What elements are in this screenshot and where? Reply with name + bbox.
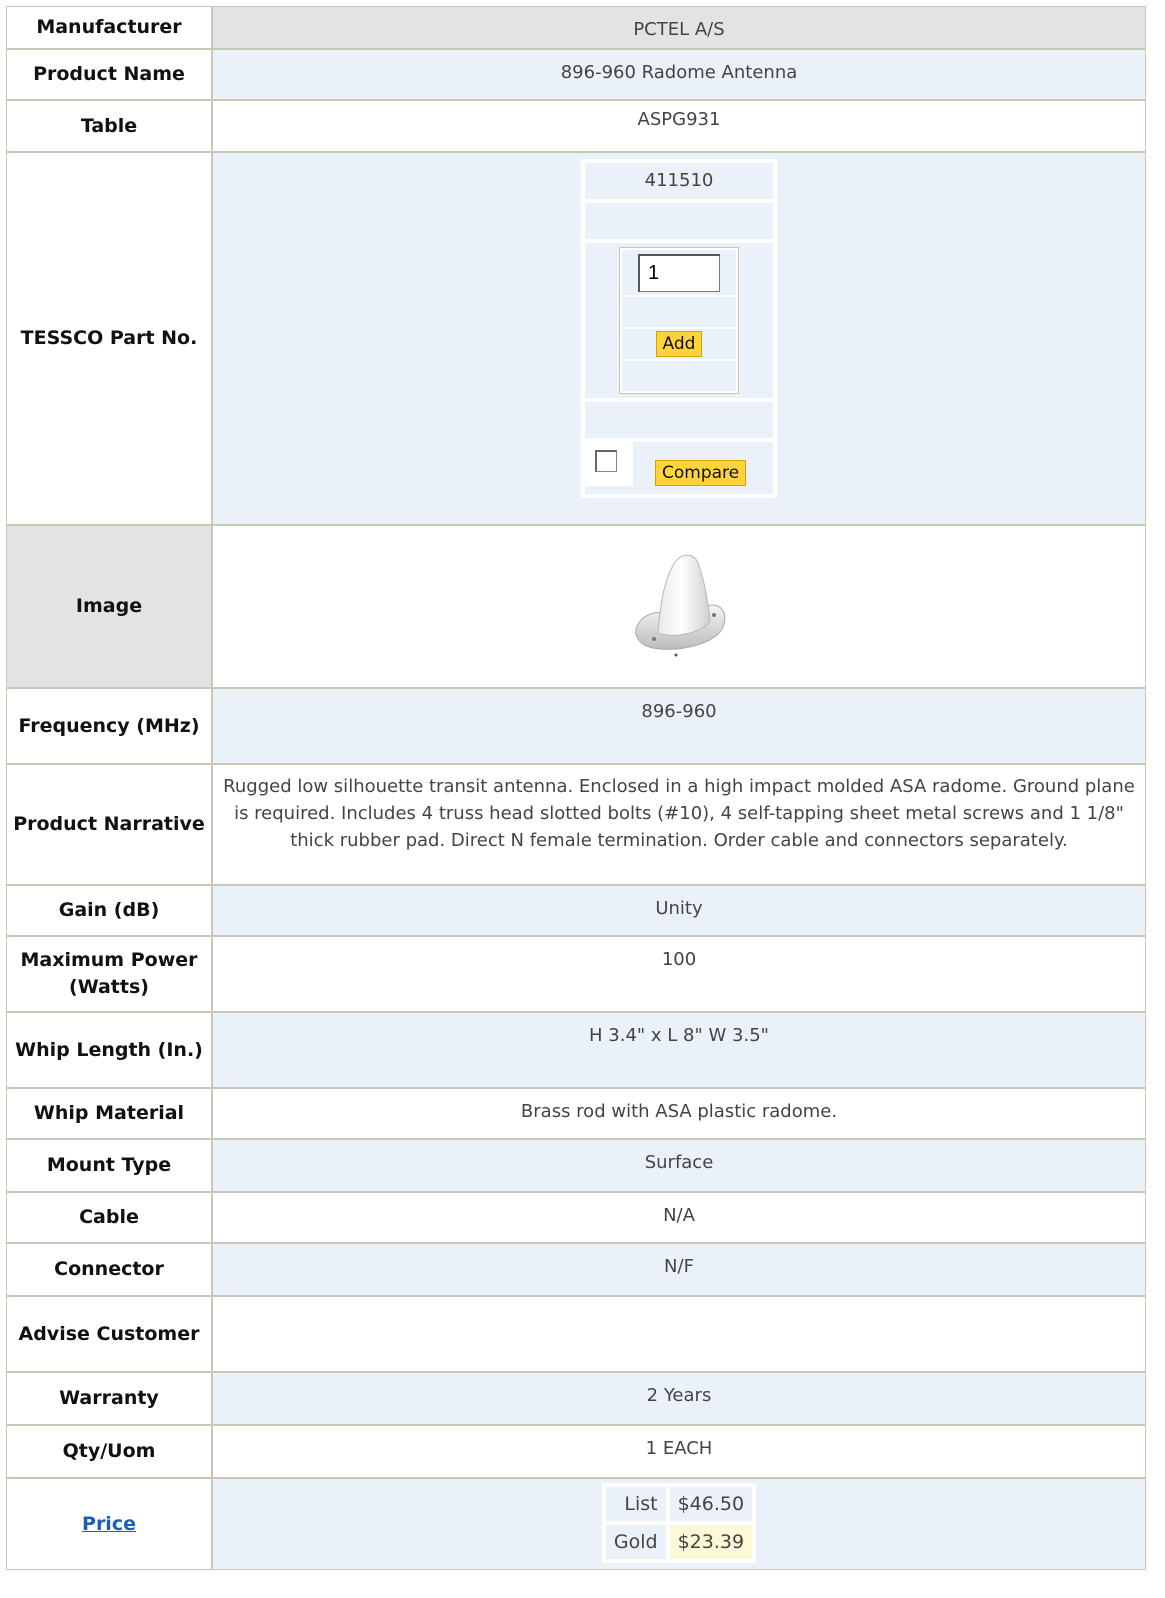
compare-checkbox[interactable] [595, 450, 617, 472]
value-gain: Unity [213, 886, 1145, 935]
row-cable: Cable N/A [7, 1193, 1145, 1244]
row-gain: Gain (dB) Unity [7, 886, 1145, 937]
part-order-box: 411510 Add [581, 159, 777, 498]
label-tessco-part: TESSCO Part No. [7, 153, 213, 524]
label-connector: Connector [7, 1244, 213, 1295]
label-frequency: Frequency (MHz) [7, 689, 213, 763]
label-advise-customer: Advise Customer [7, 1297, 213, 1371]
row-price: Price List $46.50 Gold $23.39 [7, 1479, 1145, 1569]
row-whip-material: Whip Material Brass rod with ASA plastic… [7, 1089, 1145, 1140]
row-mount-type: Mount Type Surface [7, 1140, 1145, 1193]
row-warranty: Warranty 2 Years [7, 1373, 1145, 1426]
price-gold-value: $23.39 [669, 1525, 753, 1559]
price-gold-label: Gold [605, 1525, 666, 1559]
value-manufacturer: PCTEL A/S [213, 7, 1145, 48]
value-image [213, 526, 1145, 687]
label-whip-length: Whip Length (In.) [7, 1013, 213, 1087]
compare-button-wrap: Compare [633, 442, 747, 494]
value-whip-material: Brass rod with ASA plastic radome. [213, 1089, 1145, 1138]
label-warranty: Warranty [7, 1373, 213, 1424]
value-whip-length: H 3.4" x L 8" W 3.5" [213, 1013, 1145, 1087]
row-max-power: Maximum Power (Watts) 100 [7, 937, 1145, 1013]
part-blank-cell [585, 203, 773, 239]
row-qty-uom: Qty/Uom 1 EACH [7, 1426, 1145, 1479]
value-qty-uom: 1 EACH [213, 1426, 1145, 1477]
price-row-list: List $46.50 [605, 1487, 753, 1521]
add-button[interactable]: Add [655, 331, 703, 357]
row-image: Image [7, 526, 1145, 689]
label-manufacturer: Manufacturer [7, 7, 213, 48]
value-warranty: 2 Years [213, 1373, 1145, 1424]
row-manufacturer: Manufacturer PCTEL A/S [7, 7, 1145, 50]
price-row-gold: Gold $23.39 [605, 1525, 753, 1559]
part-number: 411510 [585, 163, 773, 199]
product-spec-table: Manufacturer PCTEL A/S Product Name 896-… [6, 6, 1146, 1570]
value-table: ASPG931 [213, 101, 1145, 151]
order-blank-cell-2 [622, 361, 736, 391]
radome-antenna-image [635, 554, 726, 656]
label-qty-uom: Qty/Uom [7, 1426, 213, 1477]
price-table: List $46.50 Gold $23.39 [601, 1483, 757, 1563]
label-gain: Gain (dB) [7, 886, 213, 935]
label-price: Price [7, 1479, 213, 1569]
value-connector: N/F [213, 1244, 1145, 1295]
order-inner-box: Add [619, 247, 739, 394]
order-cell: Add [585, 243, 773, 398]
label-mount-type: Mount Type [7, 1140, 213, 1191]
row-narrative: Product Narrative Rugged low silhouette … [7, 765, 1145, 886]
row-advise-customer: Advise Customer [7, 1297, 1145, 1373]
label-cable: Cable [7, 1193, 213, 1242]
value-advise-customer [213, 1297, 1145, 1371]
value-max-power: 100 [213, 937, 1145, 1011]
qty-cell [622, 250, 736, 295]
value-price: List $46.50 Gold $23.39 [213, 1479, 1145, 1569]
label-image: Image [7, 526, 213, 687]
compare-checkbox-pad [585, 442, 633, 486]
row-whip-length: Whip Length (In.) H 3.4" x L 8" W 3.5" [7, 1013, 1145, 1089]
label-table: Table [7, 101, 213, 151]
add-cell: Add [622, 329, 736, 359]
row-table: Table ASPG931 [7, 101, 1145, 153]
value-tessco-part: 411510 Add [213, 153, 1145, 524]
value-product-name: 896-960 Radome Antenna [213, 50, 1145, 99]
price-list-value: $46.50 [669, 1487, 753, 1521]
label-product-name: Product Name [7, 50, 213, 99]
row-tessco-part: TESSCO Part No. 411510 Add [7, 153, 1145, 526]
row-connector: Connector N/F [7, 1244, 1145, 1297]
part-blank-cell-2 [585, 402, 773, 438]
compare-button[interactable]: Compare [655, 460, 747, 486]
label-narrative: Product Narrative [7, 765, 213, 884]
row-product-name: Product Name 896-960 Radome Antenna [7, 50, 1145, 101]
value-cable: N/A [213, 1193, 1145, 1242]
price-list-label: List [605, 1487, 666, 1521]
value-frequency: 896-960 [213, 689, 1145, 763]
label-max-power: Maximum Power (Watts) [7, 937, 213, 1011]
order-blank-cell-1 [622, 297, 736, 327]
quantity-input[interactable] [638, 253, 720, 292]
compare-cell: Compare [585, 442, 773, 494]
value-narrative: Rugged low silhouette transit antenna. E… [213, 765, 1145, 884]
row-frequency: Frequency (MHz) 896-960 [7, 689, 1145, 765]
price-link[interactable]: Price [82, 1511, 136, 1538]
label-whip-material: Whip Material [7, 1089, 213, 1138]
value-mount-type: Surface [213, 1140, 1145, 1191]
